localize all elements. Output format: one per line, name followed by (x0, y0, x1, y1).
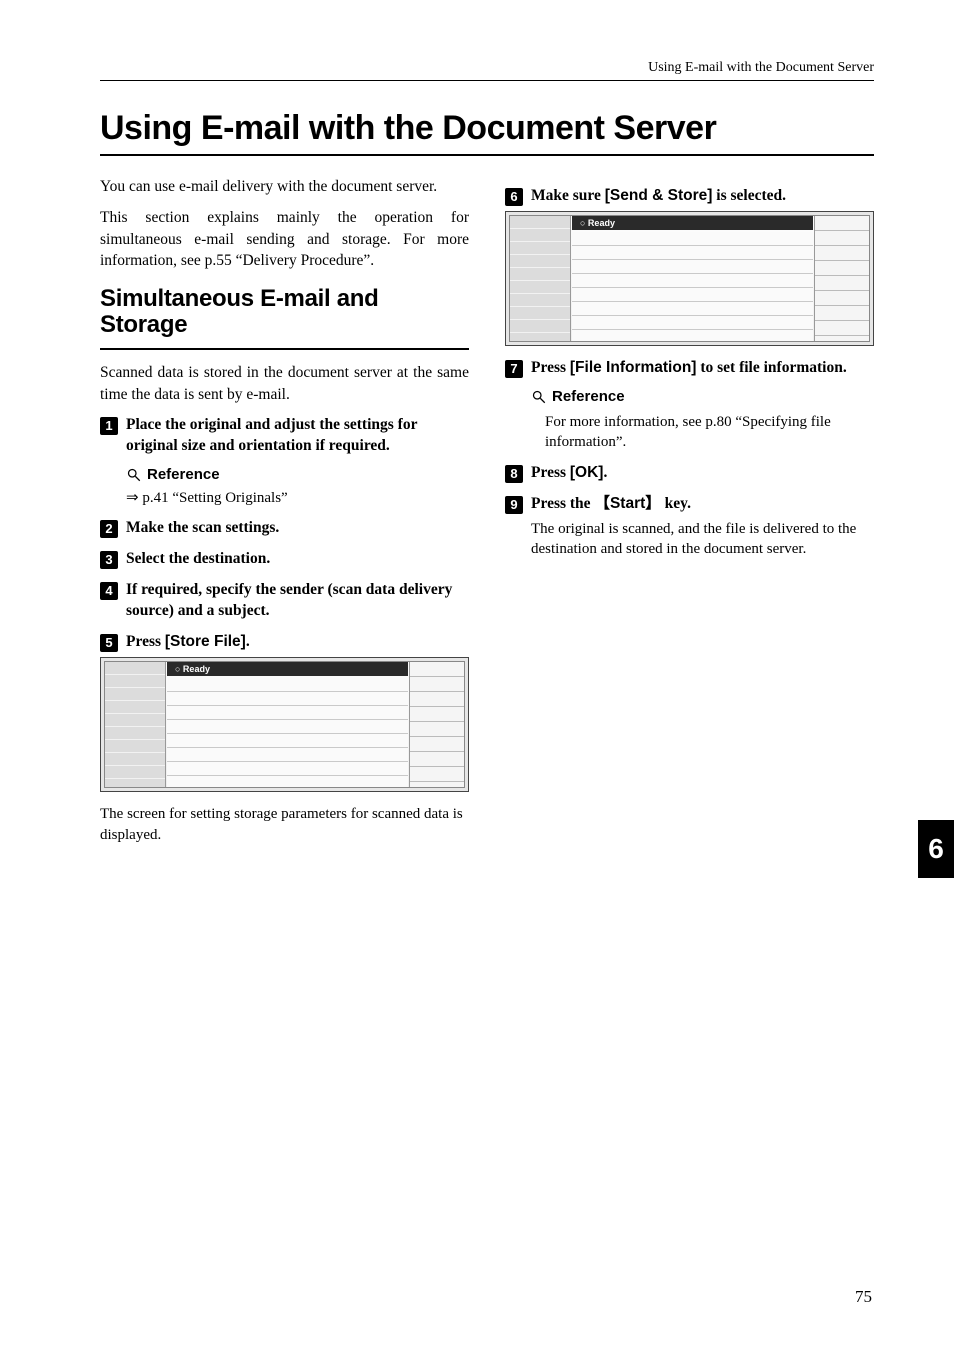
step-7-prefix: Press (531, 359, 570, 376)
step-8-suffix: . (603, 464, 607, 481)
key-bracket-close: 】 (645, 495, 661, 512)
intro-paragraph-2: This section explains mainly the operati… (100, 207, 469, 271)
right-column: 6 Make sure [Send & Store] is selected. … (505, 176, 874, 855)
step-4: 4 If required, specify the sender (scan … (100, 580, 469, 622)
step-9-prefix: Press the (531, 495, 594, 512)
step-8-prefix: Press (531, 464, 570, 481)
running-head: Using E-mail with the Document Server (100, 60, 874, 81)
h2-underline (100, 348, 469, 350)
step-7-reference: For more information, see p.80 “Specifyi… (545, 412, 874, 453)
h1-underline (100, 154, 874, 156)
section-heading: Simultaneous E-mail and Storage (100, 286, 469, 339)
step-2: 2 Make the scan settings. (100, 518, 469, 539)
step-9: 9 Press the 【Start】 key. (505, 494, 874, 515)
screenshot-send-and-store: ○ Ready (505, 211, 874, 346)
reference-heading: Reference (126, 465, 469, 486)
step-5-text: Press [Store File]. (126, 632, 250, 653)
step-number-icon: 5 (100, 634, 118, 652)
step-6-prefix: Make sure (531, 187, 605, 204)
step-2-text: Make the scan settings. (126, 518, 279, 539)
step-6: 6 Make sure [Send & Store] is selected. (505, 186, 874, 207)
step-number-icon: 3 (100, 551, 118, 569)
section-body: Scanned data is stored in the document s… (100, 362, 469, 405)
screenshot-ready-bar: ○ Ready (167, 662, 408, 676)
step-6-text: Make sure [Send & Store] is selected. (531, 186, 786, 207)
intro-paragraph-1: You can use e-mail delivery with the doc… (100, 176, 469, 197)
magnifier-icon (531, 389, 546, 404)
step-number-icon: 7 (505, 360, 523, 378)
step-number-icon: 6 (505, 188, 523, 206)
step-7-suffix: to set file information. (696, 359, 846, 376)
step-9-body: The original is scanned, and the file is… (531, 519, 874, 560)
step-5-suffix: . (246, 633, 250, 650)
send-and-store-label: [Send & Store] (605, 187, 713, 204)
step-8: 8 Press [OK]. (505, 463, 874, 484)
step-5-body: The screen for setting storage parameter… (100, 804, 469, 845)
step-5: 5 Press [Store File]. (100, 632, 469, 653)
step-6-suffix: is selected. (712, 187, 786, 204)
page-title: Using E-mail with the Document Server (100, 109, 874, 148)
reference-heading: Reference (531, 387, 874, 408)
step-7: 7 Press [File Information] to set file i… (505, 358, 874, 379)
step-number-icon: 1 (100, 417, 118, 435)
start-key-label: Start (610, 495, 645, 512)
step-number-icon: 8 (505, 465, 523, 483)
left-column: You can use e-mail delivery with the doc… (100, 176, 469, 855)
chapter-tab: 6 (918, 820, 954, 878)
step-number-icon: 9 (505, 496, 523, 514)
step-5-prefix: Press (126, 633, 165, 650)
step-3-text: Select the destination. (126, 549, 270, 570)
ok-label: [OK] (570, 464, 604, 481)
step-number-icon: 4 (100, 582, 118, 600)
screenshot-store-file: ○ Ready (100, 657, 469, 792)
store-file-label: [Store File] (165, 633, 246, 650)
step-9-text: Press the 【Start】 key. (531, 494, 691, 515)
step-1: 1 Place the original and adjust the sett… (100, 415, 469, 457)
step-1-reference: ⇒ p.41 “Setting Originals” (126, 488, 469, 509)
step-number-icon: 2 (100, 520, 118, 538)
step-7-text: Press [File Information] to set file inf… (531, 358, 847, 379)
screenshot-ready-bar: ○ Ready (572, 216, 813, 230)
reference-label: Reference (552, 387, 625, 408)
step-1-text: Place the original and adjust the settin… (126, 415, 469, 457)
step-3: 3 Select the destination. (100, 549, 469, 570)
page-number: 75 (855, 1287, 872, 1307)
step-8-text: Press [OK]. (531, 463, 607, 484)
reference-label: Reference (147, 465, 220, 486)
magnifier-icon (126, 467, 141, 482)
key-bracket-open: 【 (594, 495, 610, 512)
file-information-label: [File Information] (570, 359, 697, 376)
step-9-suffix: key. (661, 495, 691, 512)
step-4-text: If required, specify the sender (scan da… (126, 580, 469, 622)
